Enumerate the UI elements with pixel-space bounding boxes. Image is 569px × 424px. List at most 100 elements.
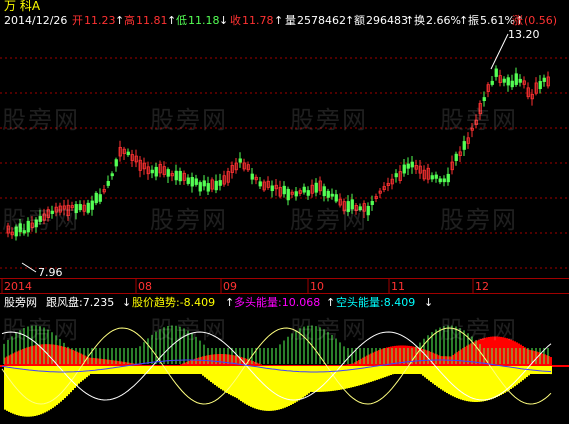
- short-energy-bar: [32, 366, 34, 417]
- short-energy-bar: [282, 366, 284, 409]
- candle-body: [490, 80, 494, 85]
- short-energy-bar: [140, 366, 142, 374]
- short-energy-bar: [198, 366, 200, 374]
- high-value: 11.81: [136, 14, 168, 27]
- short-energy-bar: [482, 366, 484, 402]
- short-energy-bar: [486, 366, 488, 401]
- turnover-label: 换: [414, 14, 425, 27]
- open-value: 11.23: [84, 14, 116, 27]
- short-energy-bar: [490, 366, 492, 400]
- candle-body: [218, 180, 222, 186]
- short-energy-bar: [6, 366, 8, 411]
- short-energy-bar: [544, 366, 546, 374]
- short-energy-bar: [416, 366, 418, 374]
- short-energy-bar: [108, 366, 110, 374]
- short-energy-bar: [300, 366, 302, 400]
- amount-label: 额: [354, 14, 365, 27]
- short-energy-bar: [208, 366, 210, 381]
- short-energy-bar: [454, 366, 456, 398]
- price-chart-panel[interactable]: 13.20 7.96: [0, 28, 569, 279]
- price-grid: [0, 57, 569, 269]
- short-energy-bar: [412, 366, 414, 374]
- short-energy-bar: [278, 366, 280, 410]
- short-energy-bar: [342, 366, 344, 390]
- short-energy-bar: [218, 366, 220, 388]
- candle-body: [106, 181, 110, 186]
- candlestick-chart[interactable]: [0, 28, 569, 278]
- candle-body: [90, 200, 94, 210]
- candle-body: [462, 141, 466, 150]
- short-energy-bar: [470, 366, 472, 402]
- indicator-long-label: 多头能量:10.068: [234, 296, 321, 309]
- candle-body: [538, 81, 542, 90]
- up-arrow-icon: ↑: [345, 14, 355, 27]
- short-energy-bar: [314, 366, 316, 392]
- watermark: 股旁网: [2, 206, 80, 234]
- candle-body: [94, 192, 98, 204]
- candle-body: [370, 200, 374, 205]
- candle-body: [306, 190, 310, 196]
- candle-body: [186, 177, 190, 184]
- short-energy-bar: [550, 366, 552, 375]
- short-energy-bar: [316, 366, 318, 392]
- short-energy-bar: [362, 366, 364, 385]
- long-energy-bar: [140, 364, 142, 366]
- long-energy-bar: [180, 364, 182, 366]
- turnover-value: 2.66%: [426, 14, 461, 27]
- watermark: 股旁网: [150, 316, 228, 344]
- short-energy-bar: [538, 366, 540, 374]
- date-label: 10: [310, 280, 324, 293]
- short-energy-bar: [84, 366, 86, 379]
- short-energy-bar: [50, 366, 52, 410]
- short-energy-bar: [12, 366, 14, 414]
- short-energy-bar: [308, 366, 310, 394]
- short-energy-bar: [24, 366, 26, 417]
- long-energy-bar: [342, 365, 344, 366]
- watermark: 股旁网: [2, 316, 80, 344]
- short-energy-bar: [172, 366, 174, 374]
- short-energy-bar: [180, 366, 182, 374]
- short-energy-bar: [194, 366, 196, 374]
- candle-body: [322, 186, 326, 197]
- short-energy-bar: [128, 366, 130, 374]
- short-energy-bar: [44, 366, 46, 413]
- short-energy-bar: [414, 366, 416, 374]
- long-energy-bar: [348, 364, 350, 366]
- short-energy-bar: [40, 366, 42, 415]
- volume-label: 量: [285, 14, 296, 27]
- candle-body: [198, 182, 202, 192]
- high-marker-leader: [490, 33, 509, 70]
- low-label: 低: [176, 14, 187, 27]
- short-energy-bar: [376, 366, 378, 380]
- date-label: 08: [138, 280, 152, 293]
- candle-body: [518, 78, 522, 83]
- candle-body: [326, 190, 330, 198]
- candle-body: [314, 182, 318, 193]
- candle-body: [394, 173, 398, 178]
- short-energy-bar: [262, 366, 264, 411]
- short-energy-bar: [494, 366, 496, 398]
- short-energy-bar: [408, 366, 410, 374]
- short-energy-bar: [126, 366, 128, 374]
- short-energy-bar: [66, 366, 68, 397]
- down-arrow-icon: ↓: [424, 296, 434, 309]
- date-label: 12: [475, 280, 489, 293]
- short-energy-bar: [458, 366, 460, 399]
- indicator-header: 股旁网 跟风盘:7.235 ↓ 股价趋势:-8.409 ↑ 多头能量:10.06…: [0, 295, 569, 311]
- watermark: 股旁网: [290, 316, 368, 344]
- candle-body: [454, 153, 458, 161]
- short-energy-bar: [384, 366, 386, 378]
- short-energy-bar: [26, 366, 28, 417]
- watermark: 股旁网: [150, 106, 228, 134]
- candle-body: [98, 194, 102, 202]
- short-energy-bar: [546, 366, 548, 374]
- up-arrow-icon: ↑: [326, 296, 336, 309]
- short-energy-bar: [68, 366, 70, 395]
- change-label: 涨: [512, 14, 523, 27]
- short-energy-bar: [344, 366, 346, 389]
- low-value: 11.18: [188, 14, 220, 27]
- short-energy-bar: [244, 366, 246, 404]
- short-energy-bar: [230, 366, 232, 396]
- short-energy-bar: [432, 366, 434, 384]
- candle-body: [114, 159, 118, 167]
